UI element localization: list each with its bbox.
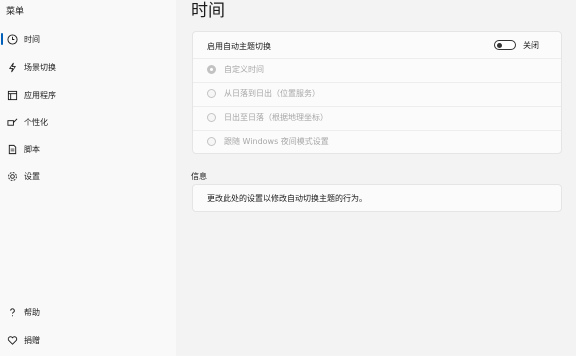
sidebar-item-donate[interactable]: 捐赠 (0, 330, 176, 350)
help-icon (6, 306, 18, 318)
sidebar-item-label: 设置 (24, 171, 40, 181)
sidebar-item-label: 场景切换 (24, 62, 56, 72)
sidebar-item-label: 捐赠 (24, 335, 40, 345)
sidebar-item-label: 帮助 (24, 307, 40, 317)
sidebar-item-label: 应用程序 (24, 90, 56, 100)
option-follow-windows-night-mode[interactable]: 跟随 Windows 夜间模式设置 (193, 130, 561, 151)
sidebar-item-settings[interactable]: 设置 (0, 165, 176, 187)
option-custom-time[interactable]: 自定义时间 (193, 58, 561, 79)
option-sunrise-to-sunset-coordinates[interactable]: 日出至日落（根据地理坐标） (193, 106, 561, 127)
sidebar-item-scene-switch[interactable]: 场景切换 (0, 56, 176, 78)
sidebar-item-label: 脚本 (24, 144, 40, 154)
auto-switch-label: 启用自动主题切换 (207, 41, 271, 51)
option-label: 自定义时间 (224, 64, 264, 74)
sidebar-item-personalization[interactable]: 个性化 (0, 111, 176, 133)
heart-icon (6, 334, 18, 346)
radio-button[interactable] (207, 88, 216, 98)
sidebar-item-apps[interactable]: 应用程序 (0, 84, 176, 106)
option-label: 跟随 Windows 夜间模式设置 (224, 136, 329, 146)
option-sunset-to-sunrise-location[interactable]: 从日落到日出（位置服务） (193, 82, 561, 103)
radio-button[interactable] (207, 112, 216, 122)
sidebar-item-script[interactable]: 脚本 (0, 138, 176, 160)
info-section-title: 信息 (191, 172, 207, 181)
option-label: 从日落到日出（位置服务） (224, 88, 320, 98)
main-content: 时间 启用自动主题切换 关闭 自定义时间 从日落到日出（位置服务） 日出至日落（… (176, 0, 576, 356)
option-label: 日出至日落（根据地理坐标） (224, 112, 328, 122)
sidebar-menu-title: 菜单 (6, 7, 25, 17)
gear-icon (6, 170, 18, 182)
radio-button[interactable] (207, 136, 216, 146)
toggle-state-label: 关闭 (523, 41, 539, 50)
sidebar-item-label: 个性化 (24, 117, 48, 127)
apps-icon (6, 89, 18, 101)
sidebar-item-label: 时间 (24, 34, 40, 44)
info-card: 更改此处的设置以修改自动切换主题的行为。 (192, 184, 562, 212)
script-icon (6, 143, 18, 155)
clock-icon (6, 33, 18, 45)
auto-switch-toggle[interactable] (494, 40, 516, 50)
page-title: 时间 (191, 1, 225, 21)
paint-brush-icon (6, 116, 18, 128)
radio-button[interactable] (207, 64, 216, 74)
lightning-icon (6, 61, 18, 73)
auto-switch-card: 启用自动主题切换 关闭 自定义时间 从日落到日出（位置服务） 日出至日落（根据地… (192, 31, 562, 154)
sidebar: 菜单 时间 场景切换 应用程序 个性化 脚本 设置 帮助 捐赠 (0, 0, 176, 356)
sidebar-item-time[interactable]: 时间 (0, 28, 176, 50)
info-text: 更改此处的设置以修改自动切换主题的行为。 (207, 194, 367, 203)
toggle-knob (497, 43, 502, 48)
sidebar-item-help[interactable]: 帮助 (0, 302, 176, 322)
